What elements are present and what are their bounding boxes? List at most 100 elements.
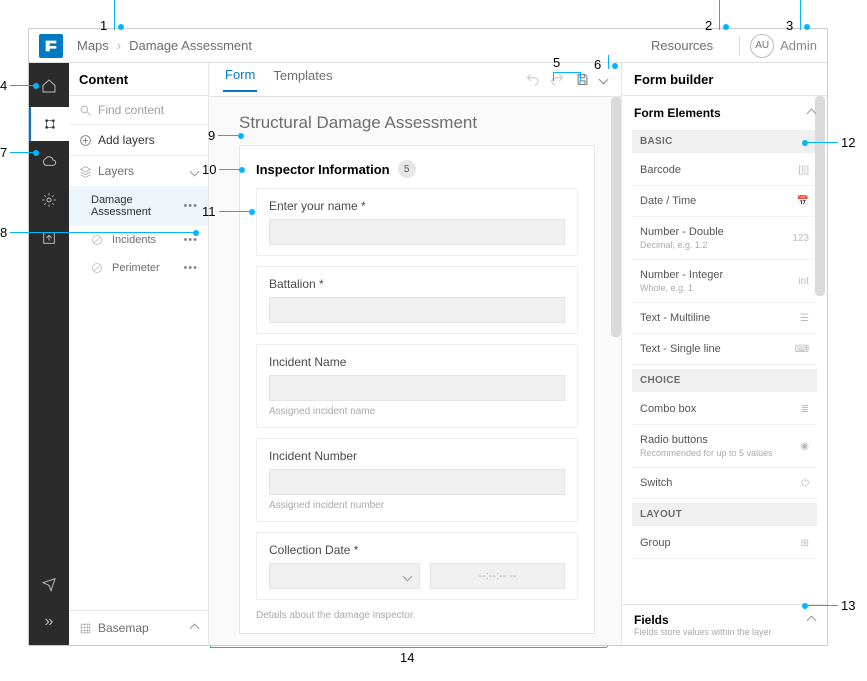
- count-badge: 5: [398, 160, 416, 178]
- layer-name: Perimeter: [112, 262, 160, 274]
- layer-item-perimeter[interactable]: Perimeter •••: [69, 254, 208, 282]
- date-select[interactable]: [269, 563, 420, 589]
- layers-icon: [79, 165, 92, 178]
- chevron-up-icon: [190, 623, 200, 633]
- form-canvas: Form Templates Structural Damage Assessm…: [209, 63, 622, 645]
- tab-form[interactable]: Form: [223, 67, 257, 92]
- element-group[interactable]: Group⊞: [632, 528, 817, 559]
- form-field-battalion[interactable]: Battalion *: [256, 266, 578, 334]
- fields-section[interactable]: Fields Fields store values within the la…: [622, 604, 827, 645]
- text-input[interactable]: [269, 297, 565, 323]
- form-builder-panel: Form builder Form Elements BASIC Barcode…: [622, 63, 827, 645]
- field-label: Incident Number: [269, 449, 565, 463]
- resources-link[interactable]: Resources: [651, 38, 713, 53]
- search-placeholder: Find content: [98, 103, 164, 117]
- redo-icon[interactable]: [550, 72, 565, 87]
- app-logo[interactable]: [39, 34, 63, 58]
- avatar[interactable]: AU: [750, 34, 774, 58]
- fields-desc: Fields store values within the layer: [634, 627, 772, 637]
- search-icon: [79, 104, 92, 117]
- layer-item-damage-assessment[interactable]: Damage Assessment •••: [69, 186, 208, 226]
- form-elements-section[interactable]: Form Elements: [632, 96, 817, 126]
- form-title[interactable]: Structural Damage Assessment: [239, 113, 601, 133]
- form-builder-header: Form builder: [622, 63, 827, 96]
- tab-templates[interactable]: Templates: [271, 68, 334, 91]
- group-icon: ⊞: [801, 538, 809, 549]
- disabled-icon: [91, 262, 103, 274]
- element-number-integer[interactable]: Number - IntegerWhole, e.g. 1int: [632, 260, 817, 303]
- content-panel: Content Find content Add layers Layers D…: [69, 63, 209, 645]
- fields-title: Fields: [634, 613, 772, 627]
- add-layers-label: Add layers: [98, 133, 155, 147]
- integer-icon: int: [798, 276, 809, 287]
- barcode-icon: [||]: [798, 165, 809, 176]
- text-input[interactable]: [269, 375, 565, 401]
- nav-offline[interactable]: [29, 145, 69, 179]
- field-label: Battalion *: [269, 277, 565, 291]
- callout-8: 8: [0, 225, 7, 240]
- disabled-icon: [91, 234, 103, 246]
- layers-header[interactable]: Layers: [69, 156, 208, 186]
- user-label: Admin: [780, 38, 817, 53]
- content-header: Content: [69, 63, 208, 96]
- topbar: Maps › Damage Assessment Resources AU Ad…: [29, 29, 827, 63]
- form-field-name[interactable]: Enter your name *: [256, 188, 578, 256]
- undo-icon[interactable]: [525, 72, 540, 87]
- nav-home[interactable]: [29, 69, 69, 103]
- divider: [739, 36, 740, 56]
- element-combo[interactable]: Combo box≣: [632, 394, 817, 425]
- radio-icon: ◉: [800, 441, 809, 452]
- search-row[interactable]: Find content: [69, 96, 208, 125]
- combo-icon: ≣: [801, 404, 809, 415]
- form-elements-label: Form Elements: [634, 106, 721, 120]
- breadcrumb-maps[interactable]: Maps: [77, 38, 109, 53]
- form-group-inspector[interactable]: Inspector Information 5 Enter your name …: [239, 145, 595, 634]
- form-field-collection-date[interactable]: Collection Date * --:--:-- --: [256, 532, 578, 600]
- scrollbar-thumb[interactable]: [815, 96, 825, 296]
- element-number-double[interactable]: Number - DoubleDecimal, e.g. 1.2123: [632, 217, 817, 260]
- field-label: Enter your name *: [269, 199, 565, 213]
- form-field-incident-name[interactable]: Incident Name Assigned incident name: [256, 344, 578, 428]
- save-dropdown-icon[interactable]: [599, 75, 609, 85]
- text-input[interactable]: [269, 469, 565, 495]
- layer-more-button[interactable]: •••: [183, 200, 198, 212]
- chevron-up-icon: [807, 616, 817, 626]
- form-field-incident-number[interactable]: Incident Number Assigned incident number: [256, 438, 578, 522]
- save-icon[interactable]: [575, 72, 590, 87]
- canvas-toolbar: Form Templates: [209, 63, 621, 97]
- element-text-singleline[interactable]: Text - Single line⌨: [632, 334, 817, 365]
- basemap-icon: [79, 622, 92, 635]
- nav-feedback[interactable]: [29, 567, 69, 601]
- form-scroll-area[interactable]: Structural Damage Assessment Inspector I…: [209, 97, 621, 645]
- singleline-icon: ⌨: [795, 344, 809, 355]
- nav-settings[interactable]: [29, 183, 69, 217]
- layer-more-button[interactable]: •••: [183, 262, 198, 274]
- layer-item-incidents[interactable]: Incidents •••: [69, 226, 208, 254]
- switch-icon: ⏻: [801, 478, 809, 489]
- element-switch[interactable]: Switch⏻: [632, 468, 817, 499]
- element-text-multiline[interactable]: Text - Multiline☰: [632, 303, 817, 334]
- callout-13: 13: [841, 598, 855, 613]
- element-barcode[interactable]: Barcode[||]: [632, 155, 817, 186]
- callout-12: 12: [841, 135, 855, 150]
- element-datetime[interactable]: Date / Time📅: [632, 186, 817, 217]
- chevron-down-icon: [403, 571, 413, 581]
- basemap-label: Basemap: [98, 621, 185, 635]
- add-layers-button[interactable]: Add layers: [69, 125, 208, 156]
- nav-share[interactable]: [29, 221, 69, 255]
- nav-content[interactable]: [29, 107, 69, 141]
- nav-collapse[interactable]: »: [29, 605, 69, 639]
- scrollbar-thumb[interactable]: [611, 97, 621, 337]
- basemap-row[interactable]: Basemap: [69, 610, 208, 645]
- chevron-down-icon: [190, 166, 200, 176]
- calendar-icon: 📅: [797, 196, 809, 207]
- element-radio[interactable]: Radio buttonsRecommended for up to 5 val…: [632, 425, 817, 468]
- layer-more-button[interactable]: •••: [183, 234, 198, 246]
- layer-name: Damage Assessment: [91, 194, 183, 218]
- plus-circle-icon: [79, 134, 92, 147]
- time-input[interactable]: --:--:-- --: [430, 563, 565, 589]
- layers-label: Layers: [98, 164, 185, 178]
- breadcrumb-current: Damage Assessment: [129, 38, 252, 53]
- form-group-title: Inspector Information: [256, 162, 390, 177]
- text-input[interactable]: [269, 219, 565, 245]
